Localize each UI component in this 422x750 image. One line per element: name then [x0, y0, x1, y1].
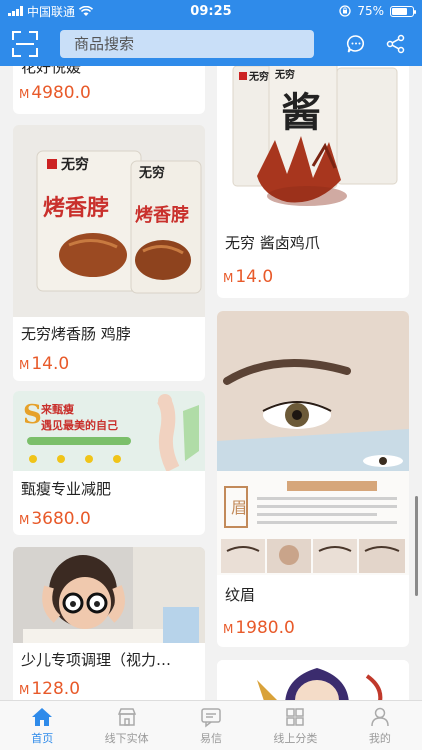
- banner-subheadline: 遇见最美的自己: [41, 418, 118, 432]
- product-name-label: 烤香脖: [43, 195, 109, 221]
- tab-profile[interactable]: 我的: [338, 701, 422, 750]
- search-input[interactable]: [60, 30, 314, 58]
- product-price: M 1980.0: [217, 615, 409, 645]
- product-title: 甄瘦专业减肥: [21, 480, 112, 498]
- currency-symbol: M: [19, 358, 30, 372]
- tab-label: 首页: [31, 731, 54, 745]
- tab-home[interactable]: 首页: [0, 701, 84, 750]
- price-value: 4980.0: [31, 83, 91, 103]
- scan-icon[interactable]: [12, 31, 38, 57]
- slimming-banner-image: S 来甄瘦 遇见最美的自己: [13, 391, 205, 471]
- tab-offline-store[interactable]: 线下实体: [84, 701, 168, 750]
- product-title: 少儿专项调理（视力…: [21, 651, 172, 669]
- product-image: [217, 660, 409, 700]
- chat-icon: [201, 707, 221, 728]
- product-card[interactable]: 花好悦媛 M 4980.0: [13, 66, 205, 114]
- currency-symbol: M: [19, 683, 30, 697]
- product-card[interactable]: 无穷 无穷 烤香脖 烤香脖 无穷烤香肠 鸡脖 M 14.0: [13, 125, 205, 381]
- product-feed[interactable]: 花好悦媛 M 4980.0 无穷 无穷 烤香脖 烤香脖 无穷烤香肠 鸡脖 M 1…: [0, 66, 422, 700]
- brand-label-secondary: 无穷: [138, 165, 165, 181]
- store-icon: [117, 707, 136, 726]
- battery-fill: [392, 7, 407, 15]
- battery-percent: 75%: [357, 4, 384, 18]
- product-card[interactable]: S 来甄瘦 遇见最美的自己 甄瘦专业减肥 M 3680.0: [13, 391, 205, 535]
- grid-icon: [286, 707, 305, 726]
- banner-headline: 来甄瘦: [40, 402, 74, 416]
- signal-icon: [8, 6, 23, 16]
- header-actions: [346, 34, 410, 54]
- wifi-icon: [79, 5, 94, 16]
- product-image: S 来甄瘦 遇见最美的自己: [13, 391, 205, 471]
- bottom-tab-bar: 首页 线下实体 易信 线上分类 我的: [0, 700, 422, 750]
- price-value: 1980.0: [235, 618, 295, 638]
- currency-symbol: M: [19, 87, 30, 101]
- sausage-package-image: 无穷 无穷 烤香脖 烤香脖: [13, 125, 205, 317]
- cartoon-illustration-image: [217, 660, 409, 700]
- chicken-feet-package-image: 无穷 无穷 酱: [217, 66, 409, 222]
- battery-icon: [390, 5, 416, 17]
- product-image: 无穷 无穷 烤香脖 烤香脖: [13, 125, 205, 317]
- svg-text:S: S: [23, 400, 42, 430]
- brand-label-secondary: 无穷: [274, 68, 295, 81]
- price-value: 128.0: [31, 679, 81, 699]
- product-card[interactable]: 无穷 无穷 酱 无穷 酱卤鸡爪 M 14.0: [217, 66, 409, 298]
- price-value: 14.0: [235, 267, 274, 287]
- price-value: 3680.0: [31, 509, 91, 529]
- currency-symbol: M: [223, 622, 234, 636]
- product-image: 眉: [217, 311, 409, 575]
- child-glasses-image: [13, 547, 205, 643]
- tab-label: 我的: [368, 731, 391, 745]
- product-card[interactable]: [217, 660, 409, 700]
- product-price: M 14.0: [13, 351, 205, 381]
- product-title: 花好悦媛: [21, 66, 82, 76]
- product-title: 无穷烤香肠 鸡脖: [21, 325, 131, 343]
- product-image: [13, 547, 205, 643]
- product-title: 纹眉: [225, 586, 256, 604]
- product-card[interactable]: 眉 纹眉 M 1980.0: [217, 311, 409, 647]
- tab-label: 易信: [200, 731, 223, 745]
- home-icon: [32, 707, 53, 726]
- app-header: [0, 22, 422, 66]
- product-price: M 3680.0: [13, 507, 205, 535]
- carrier-name: 中国联通: [27, 4, 76, 19]
- eyebrow-tattoo-image: 眉: [217, 311, 409, 575]
- currency-symbol: M: [19, 513, 30, 527]
- product-name-label-secondary: 烤香脖: [135, 204, 189, 226]
- tab-messages[interactable]: 易信: [169, 701, 253, 750]
- clock: 09:25: [190, 3, 232, 19]
- carrier-group: 中国联通: [8, 3, 94, 20]
- brand-label: 无穷: [60, 156, 89, 173]
- tab-label: 线上分类: [273, 731, 318, 745]
- tab-label: 线下实体: [104, 731, 149, 745]
- product-price: M 4980.0: [13, 78, 205, 108]
- product-image: 无穷 无穷 酱: [217, 66, 409, 222]
- product-name-label: 酱: [281, 89, 321, 136]
- product-price: M 14.0: [217, 264, 409, 294]
- share-icon[interactable]: [386, 34, 406, 54]
- message-icon[interactable]: [346, 34, 366, 54]
- tab-online-categories[interactable]: 线上分类: [253, 701, 337, 750]
- image-caption: 眉: [231, 498, 247, 517]
- currency-symbol: M: [223, 271, 234, 285]
- product-price: M 128.0: [13, 677, 205, 700]
- status-bar: 中国联通 09:25 75%: [0, 0, 422, 22]
- status-right: 75%: [339, 4, 416, 18]
- scrollbar[interactable]: [415, 496, 418, 596]
- user-icon: [371, 707, 389, 726]
- brand-label: 无穷: [248, 70, 269, 83]
- product-card[interactable]: 少儿专项调理（视力… M 128.0: [13, 547, 205, 700]
- rotation-lock-icon: [339, 5, 351, 17]
- product-title: 无穷 酱卤鸡爪: [225, 234, 320, 252]
- price-value: 14.0: [31, 354, 70, 374]
